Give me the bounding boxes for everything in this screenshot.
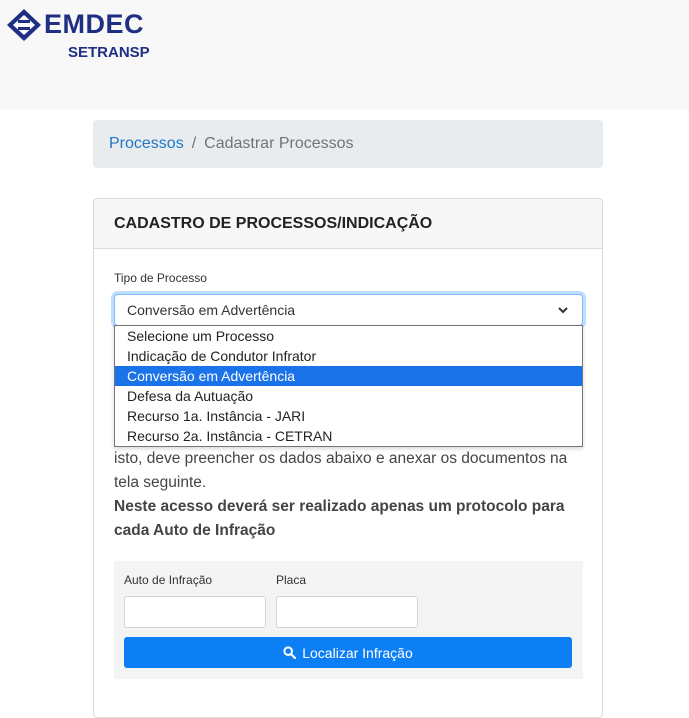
option-conversao-advertencia[interactable]: Conversão em Advertência	[115, 366, 582, 386]
breadcrumb-separator: /	[191, 135, 197, 152]
option-recurso-jari[interactable]: Recurso 1a. Instância - JARI	[115, 406, 582, 426]
tipo-processo-label: Tipo de Processo	[114, 271, 207, 285]
tipo-processo-select[interactable]: Conversão em Advertência	[114, 294, 583, 326]
localizar-infracao-label: Localizar Infração	[302, 644, 413, 661]
auto-infracao-label: Auto de Infração	[124, 573, 213, 587]
brand-name: EMDEC	[44, 9, 145, 39]
auto-infracao-input[interactable]	[124, 596, 266, 628]
option-recurso-cetran[interactable]: Recurso 2a. Instância - CETRAN	[115, 426, 582, 446]
breadcrumb-link-processos[interactable]: Processos	[109, 135, 184, 153]
breadcrumb: Processos / Cadastrar Processos	[93, 120, 603, 168]
chevron-down-icon	[558, 307, 568, 314]
card-title: CADASTRO DE PROCESSOS/INDICAÇÃO	[94, 199, 602, 249]
instructions-text: isto, deve preencher os dados abaixo e a…	[114, 450, 568, 491]
option-defesa-autuacao[interactable]: Defesa da Autuação	[115, 386, 582, 406]
breadcrumb-current: Cadastrar Processos	[204, 135, 354, 152]
cadastro-card: CADASTRO DE PROCESSOS/INDICAÇÃO Tipo de …	[93, 198, 603, 718]
tipo-processo-selected: Conversão em Advertência	[127, 302, 296, 318]
tipo-processo-dropdown: Selecione um Processo Indicação de Condu…	[114, 325, 583, 447]
brand-subtitle: SETRANSP	[68, 44, 150, 61]
search-icon	[283, 646, 297, 659]
emdec-logo-icon	[7, 9, 41, 41]
top-header: EMDEC SETRANSP	[0, 0, 689, 110]
emdec-logo[interactable]: EMDEC SETRANSP	[6, 6, 156, 64]
placa-label: Placa	[276, 573, 307, 587]
instructions-bold-text: Neste acesso deverá ser realizado apenas…	[114, 498, 565, 539]
localizar-infracao-button[interactable]: Localizar Infração	[124, 637, 572, 668]
placa-input[interactable]	[276, 596, 418, 628]
search-panel: Auto de Infração Placa Localizar Infraçã…	[114, 561, 583, 679]
option-indicacao-condutor[interactable]: Indicação de Condutor Infrator	[115, 346, 582, 366]
option-selecione[interactable]: Selecione um Processo	[115, 326, 582, 346]
